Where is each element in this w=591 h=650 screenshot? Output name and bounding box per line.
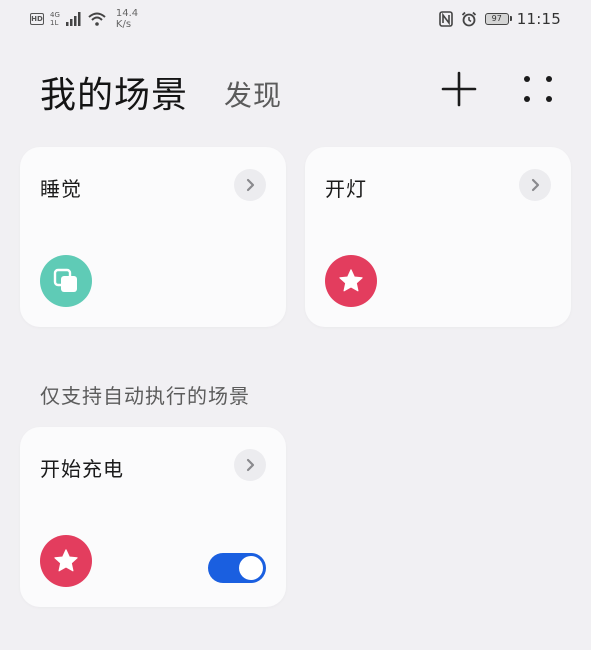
network-type: 4G 1L: [50, 11, 60, 27]
status-right: 97 11:15: [438, 10, 561, 28]
add-scene-button[interactable]: [440, 70, 478, 108]
four-dots-icon: [524, 76, 552, 102]
status-bar: HD 4G 1L 14.4 K/s 97 11:15: [0, 0, 591, 40]
star-icon: [54, 549, 78, 572]
scene-title: 开始充电: [40, 457, 124, 481]
chevron-right-icon: [531, 178, 540, 192]
copy-squares-icon: [53, 268, 77, 292]
scene-card-sleep[interactable]: 睡觉: [20, 147, 286, 327]
more-options-button[interactable]: [518, 70, 558, 108]
wifi-icon: [88, 12, 106, 26]
scene-detail-button[interactable]: [234, 449, 266, 481]
scene-card-start-charging[interactable]: 开始充电: [20, 427, 286, 607]
scene-icon: [40, 255, 92, 307]
nfc-icon: [438, 11, 453, 27]
status-left: HD 4G 1L 14.4 K/s: [30, 8, 138, 30]
scene-title: 开灯: [325, 177, 367, 201]
chevron-right-icon: [246, 458, 255, 472]
alarm-icon: [461, 11, 476, 27]
network-sub-label: 1L: [50, 19, 59, 27]
scene-icon: [40, 535, 92, 587]
plus-icon: [441, 71, 477, 107]
star-icon: [339, 269, 363, 292]
scene-detail-button[interactable]: [234, 169, 266, 201]
speed-value: 14.4: [115, 8, 139, 19]
toggle-knob: [239, 556, 263, 580]
scene-title: 睡觉: [40, 177, 82, 201]
tab-discover[interactable]: 发现: [224, 74, 282, 114]
scene-card-lights-on[interactable]: 开灯: [305, 147, 571, 327]
signal-icon: [65, 12, 81, 26]
speed-unit: K/s: [115, 19, 132, 30]
auto-execute-toggle[interactable]: [208, 553, 266, 583]
hd-badge: HD: [30, 13, 44, 25]
scene-icon: [325, 255, 377, 307]
network-speed: 14.4 K/s: [116, 8, 138, 30]
status-time: 11:15: [516, 10, 561, 28]
page-title: 我的场景: [40, 75, 189, 116]
battery-indicator: 97: [484, 13, 512, 25]
scene-detail-button[interactable]: [519, 169, 551, 201]
chevron-right-icon: [246, 178, 255, 192]
network-type-label: 4G: [50, 11, 60, 19]
auto-scenes-section-label: 仅支持自动执行的场景: [40, 384, 250, 408]
